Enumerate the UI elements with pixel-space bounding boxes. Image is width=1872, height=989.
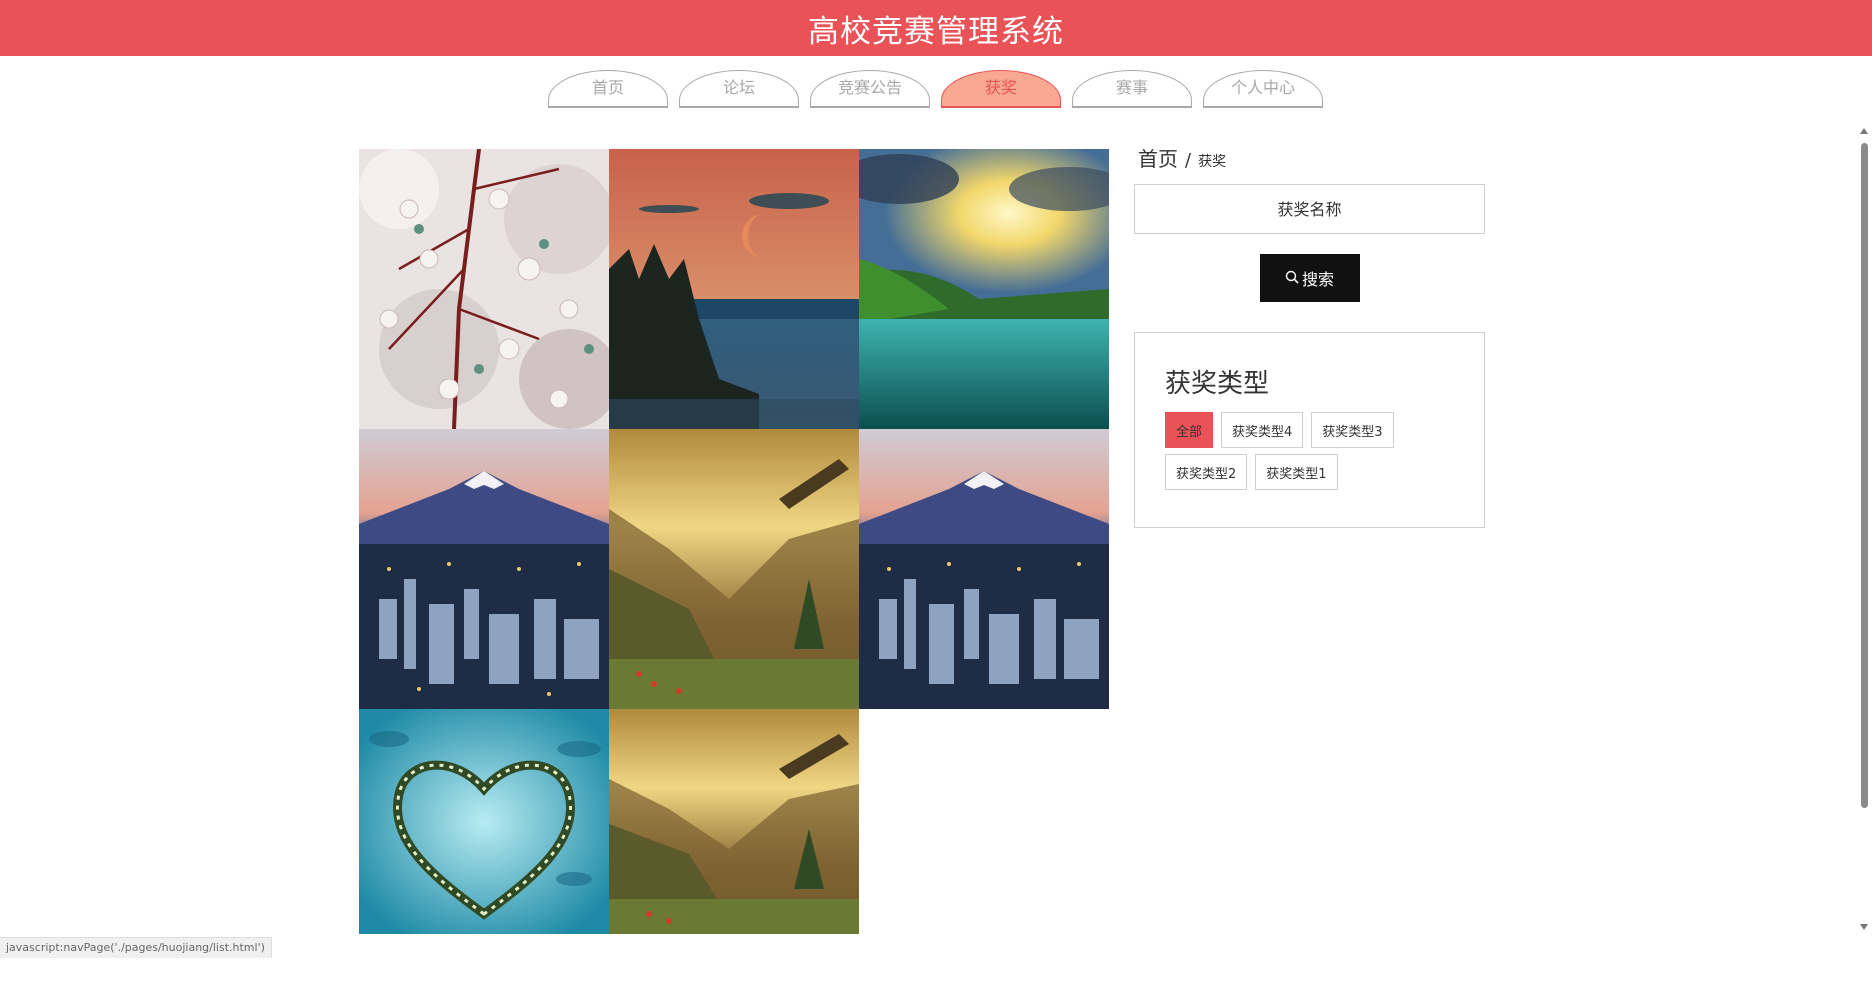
tag-all[interactable]: 全部 [1165,412,1214,448]
award-image-sunset-lake[interactable] [859,149,1109,429]
scroll-up-arrow-icon[interactable] [1860,128,1868,134]
tab-events[interactable]: 赛事 [1072,70,1192,108]
site-title: 高校竞赛管理系统 [808,13,1064,50]
award-image-moon-lake[interactable] [609,149,859,429]
page-scrollbar[interactable] [1856,124,1872,934]
tag-type-4[interactable]: 获奖类型4 [1221,412,1304,448]
award-image-cherry-blossom[interactable] [359,149,609,429]
award-image-heart-island[interactable] [359,709,609,934]
sidebar: 首页 / 获奖 搜索 获奖类型 全部 获奖类型4 获奖类型3 获奖类型2 获奖类… [1134,143,1485,528]
award-type-panel: 获奖类型 全部 获奖类型4 获奖类型3 获奖类型2 获奖类型1 [1134,332,1485,528]
search-button[interactable]: 搜索 [1259,254,1360,302]
tab-announcements[interactable]: 竞赛公告 [810,70,930,108]
tag-type-3[interactable]: 获奖类型3 [1311,412,1394,448]
breadcrumb: 首页 / 获奖 [1138,143,1485,172]
search-button-label: 搜索 [1301,270,1334,289]
award-type-tags: 全部 获奖类型4 获奖类型3 获奖类型2 获奖类型1 [1165,412,1455,490]
award-image-mountain-valley[interactable] [609,429,859,709]
award-image-fuji-city[interactable] [359,429,609,709]
tab-home[interactable]: 首页 [548,70,668,108]
main-nav: 首页 论坛 竞赛公告 获奖 赛事 个人中心 [548,70,1323,108]
breadcrumb-home[interactable]: 首页 [1138,143,1178,172]
tab-forum[interactable]: 论坛 [679,70,799,108]
award-gallery [359,149,1109,989]
scrollbar-thumb[interactable] [1861,143,1868,808]
breadcrumb-current: 获奖 [1198,154,1227,170]
tab-awards[interactable]: 获奖 [941,70,1061,108]
award-image-fuji-city[interactable] [859,429,1109,709]
search-icon [1285,269,1299,288]
tag-type-1[interactable]: 获奖类型1 [1255,454,1338,490]
award-name-search-input[interactable] [1134,184,1485,234]
tag-type-2[interactable]: 获奖类型2 [1165,454,1248,490]
browser-status-bar: javascript:navPage('./pages/huojiang/lis… [0,937,272,958]
breadcrumb-separator: / [1185,150,1192,171]
award-type-title: 获奖类型 [1165,369,1270,399]
page-header: 高校竞赛管理系统 [0,0,1872,56]
scroll-down-arrow-icon[interactable] [1860,924,1868,930]
tab-profile[interactable]: 个人中心 [1203,70,1323,108]
award-image-mountain-valley[interactable] [609,709,859,934]
